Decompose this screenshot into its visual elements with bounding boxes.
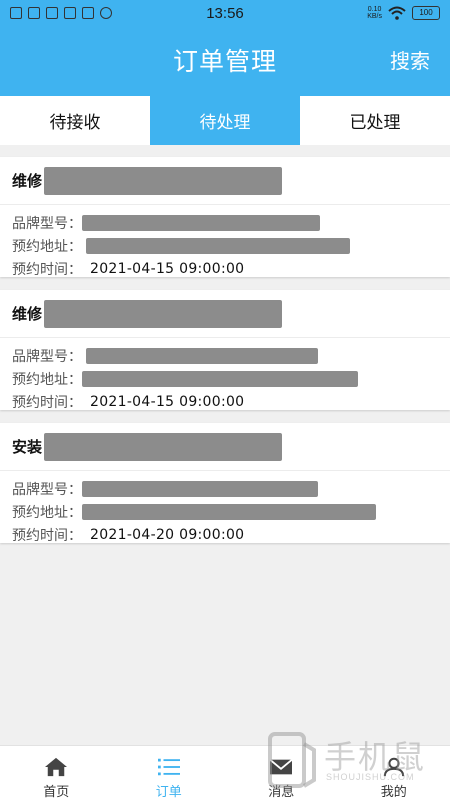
address-label: 预约地址：	[12, 371, 82, 388]
user-icon	[383, 757, 404, 777]
redacted-address	[82, 370, 358, 387]
order-status-tabs: 待接收 待处理 已处理	[0, 96, 450, 145]
redacted-title	[44, 299, 283, 328]
appointment-time-label: 预约时间：	[12, 527, 82, 544]
tab-processed[interactable]: 已处理	[300, 96, 450, 145]
status-icons-right: 0.10 KB/s 100	[367, 6, 440, 20]
brand-model-row: 品牌型号：	[0, 211, 450, 234]
nav-messages[interactable]: 消息	[225, 746, 338, 800]
nav-messages-label: 消息	[268, 785, 295, 800]
order-card[interactable]: 维修 品牌型号： 预约地址： 预约时间： 2021-04-15 09:00:00	[0, 290, 450, 413]
brand-model-row: 品牌型号：	[0, 477, 450, 500]
address-row: 预约地址：	[0, 234, 450, 257]
address-label: 预约地址：	[12, 238, 82, 255]
order-card[interactable]: 安装 品牌型号： 预约地址： 预约时间： 2021-04-20 09:00:00	[0, 423, 450, 546]
appointment-time-row: 预约时间： 2021-04-15 09:00:00	[0, 390, 450, 413]
brand-model-label: 品牌型号：	[12, 215, 82, 232]
nav-orders[interactable]: 订单	[113, 746, 226, 800]
wifi-icon	[388, 6, 406, 20]
tab-pending-receive[interactable]: 待接收	[0, 96, 150, 145]
bottom-navigation: 首页 订单 消息 我的	[0, 745, 450, 800]
address-row: 预约地址：	[0, 500, 450, 523]
net-speed: 0.10 KB/s	[367, 6, 382, 20]
appointment-time-value: 2021-04-15 09:00:00	[90, 260, 245, 277]
redacted-brand-model	[82, 480, 318, 497]
address-row: 预约地址：	[0, 367, 450, 390]
redacted-brand-model	[86, 347, 318, 364]
net-speed-value: 0.10	[367, 6, 382, 13]
appointment-time-label: 预约时间：	[12, 394, 82, 411]
brand-model-row: 品牌型号：	[0, 344, 450, 367]
order-header: 维修	[0, 157, 450, 205]
order-header: 维修	[0, 290, 450, 338]
list-icon	[157, 758, 180, 776]
order-header: 安装	[0, 423, 450, 471]
appointment-time-value: 2021-04-20 09:00:00	[90, 526, 245, 543]
nav-orders-label: 订单	[155, 785, 182, 800]
nav-home[interactable]: 首页	[0, 746, 113, 800]
nav-profile[interactable]: 我的	[338, 746, 450, 800]
appointment-time-row: 预约时间： 2021-04-20 09:00:00	[0, 523, 450, 546]
net-speed-unit: KB/s	[367, 13, 382, 20]
page-title: 订单管理	[172, 47, 277, 76]
appointment-time-value: 2021-04-15 09:00:00	[90, 393, 245, 410]
order-type: 安装	[12, 438, 43, 456]
home-icon	[45, 757, 68, 777]
brand-model-label: 品牌型号：	[12, 348, 82, 365]
order-type: 维修	[12, 172, 43, 190]
brand-model-label: 品牌型号：	[12, 481, 82, 498]
nav-profile-label: 我的	[380, 785, 407, 800]
redacted-title	[44, 432, 283, 461]
mail-icon	[269, 758, 293, 775]
redacted-title	[44, 166, 283, 195]
redacted-brand-model	[82, 214, 320, 231]
redacted-address	[86, 237, 350, 254]
redacted-address	[82, 503, 376, 520]
order-card[interactable]: 维修 品牌型号： 预约地址： 预约时间： 2021-04-15 09:00:00	[0, 157, 450, 280]
search-button[interactable]: 搜索	[390, 45, 430, 74]
battery-icon: 100	[412, 6, 440, 20]
app-header: 订单管理 搜索	[0, 28, 450, 96]
tab-pending-process[interactable]: 待处理	[150, 96, 300, 145]
appointment-time-row: 预约时间： 2021-04-15 09:00:00	[0, 257, 450, 280]
address-label: 预约地址：	[12, 504, 82, 521]
order-list: 维修 品牌型号： 预约地址： 预约时间： 2021-04-15 09:00:00…	[0, 157, 450, 556]
status-bar: 13:56 0.10 KB/s 100	[0, 0, 450, 28]
order-type: 维修	[12, 305, 43, 323]
appointment-time-label: 预约时间：	[12, 261, 82, 278]
nav-home-label: 首页	[43, 785, 70, 800]
